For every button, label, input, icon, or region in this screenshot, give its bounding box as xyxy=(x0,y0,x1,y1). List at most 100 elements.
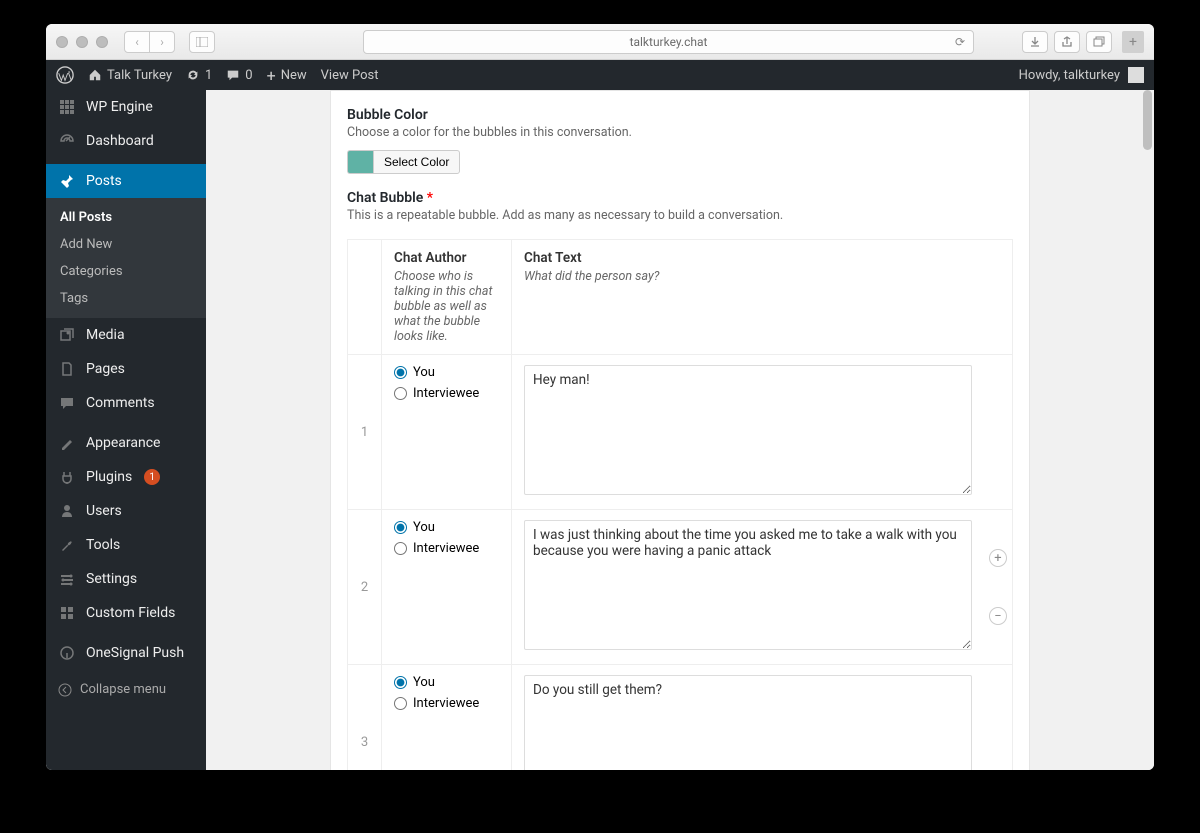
sidebar-label: Users xyxy=(86,503,122,519)
radio-input[interactable] xyxy=(394,521,407,534)
select-color-button[interactable]: Select Color xyxy=(373,150,460,174)
row-actions xyxy=(984,665,1012,770)
remove-row-button[interactable]: − xyxy=(989,607,1007,625)
sidebar-item-users[interactable]: Users xyxy=(46,494,206,528)
radio-label: You xyxy=(413,520,435,535)
tabs-button[interactable] xyxy=(1086,31,1112,53)
author-cell: You Interviewee xyxy=(382,510,512,664)
acf-fields-box: Bubble Color Choose a color for the bubb… xyxy=(330,90,1030,770)
sidebar-item-dashboard[interactable]: Dashboard xyxy=(46,124,206,158)
sidebar-item-media[interactable]: Media xyxy=(46,318,206,352)
submenu-categories[interactable]: Categories xyxy=(46,258,206,285)
browser-forward-button[interactable]: › xyxy=(149,31,175,53)
chat-text-input[interactable]: Do you still get them? xyxy=(524,675,972,770)
chat-text-input[interactable]: I was just thinking about the time you a… xyxy=(524,520,972,650)
sidebar-item-wpengine[interactable]: WP Engine xyxy=(46,90,206,124)
author-radio-interviewee[interactable]: Interviewee xyxy=(394,386,499,401)
sidebar-item-appearance[interactable]: Appearance xyxy=(46,426,206,460)
browser-back-button[interactable]: ‹ xyxy=(124,31,150,53)
pages-icon xyxy=(58,360,76,378)
add-row-button[interactable]: + xyxy=(989,549,1007,567)
sidebar-label: Posts xyxy=(86,173,122,189)
wpengine-icon xyxy=(58,98,76,116)
radio-input[interactable] xyxy=(394,387,407,400)
collapse-label: Collapse menu xyxy=(80,682,166,697)
collapse-menu[interactable]: Collapse menu xyxy=(46,674,206,705)
author-radio-interviewee[interactable]: Interviewee xyxy=(394,541,499,556)
avatar xyxy=(1128,67,1144,83)
author-radio-you[interactable]: You xyxy=(394,365,499,380)
tools-icon xyxy=(58,536,76,554)
sidebar-item-plugins[interactable]: Plugins 1 xyxy=(46,460,206,494)
sidebar-label: Custom Fields xyxy=(86,605,175,621)
onesignal-icon xyxy=(58,644,76,662)
sidebar-label: WP Engine xyxy=(86,99,153,115)
repeater-row: 2 You Interviewee I was just thinking ab… xyxy=(348,509,1012,664)
color-swatch[interactable] xyxy=(347,150,373,174)
radio-input[interactable] xyxy=(394,697,407,710)
site-name-link[interactable]: Talk Turkey xyxy=(88,68,172,83)
sidebar-item-onesignal[interactable]: OneSignal Push xyxy=(46,636,206,670)
downloads-button[interactable] xyxy=(1022,31,1048,53)
plugins-icon xyxy=(58,468,76,486)
scrollbar[interactable] xyxy=(1140,90,1154,770)
author-radio-interviewee[interactable]: Interviewee xyxy=(394,696,499,711)
radio-label: You xyxy=(413,365,435,380)
wp-logo[interactable] xyxy=(56,66,74,84)
updates-count: 1 xyxy=(205,68,212,83)
bubble-color-desc: Choose a color for the bubbles in this c… xyxy=(347,125,1013,140)
row-number[interactable]: 3 xyxy=(348,665,382,770)
window-zoom[interactable] xyxy=(96,36,108,48)
bubble-color-field: Bubble Color Choose a color for the bubb… xyxy=(331,107,1029,190)
home-icon xyxy=(88,68,102,82)
browser-url: talkturkey.chat xyxy=(630,35,708,49)
sidebar-item-pages[interactable]: Pages xyxy=(46,352,206,386)
chat-text-input[interactable]: Hey man! xyxy=(524,365,972,495)
author-radio-you[interactable]: You xyxy=(394,675,499,690)
sidebar-label: Dashboard xyxy=(86,133,154,149)
updates-link[interactable]: 1 xyxy=(186,68,212,83)
author-cell: You Interviewee xyxy=(382,355,512,509)
row-number[interactable]: 1 xyxy=(348,355,382,509)
chat-bubble-field-header: Chat Bubble * This is a repeatable bubbl… xyxy=(331,190,1029,239)
chat-bubble-repeater: Chat Author Choose who is talking in thi… xyxy=(347,239,1013,770)
submenu-tags[interactable]: Tags xyxy=(46,285,206,312)
sidebar-item-settings[interactable]: Settings xyxy=(46,562,206,596)
new-tab-button[interactable]: + xyxy=(1122,31,1144,53)
author-radio-you[interactable]: You xyxy=(394,520,499,535)
view-post-link[interactable]: View Post xyxy=(321,68,379,83)
browser-address-bar[interactable]: talkturkey.chat ⟳ xyxy=(363,30,974,54)
radio-input[interactable] xyxy=(394,542,407,555)
comments-link[interactable]: 0 xyxy=(226,68,252,83)
author-header-desc: Choose who is talking in this chat bubbl… xyxy=(394,269,499,344)
text-header: Chat Text xyxy=(524,250,972,266)
bubble-color-label: Bubble Color xyxy=(347,107,1013,123)
new-content-link[interactable]: + New xyxy=(267,66,307,85)
sidebar-item-posts[interactable]: Posts xyxy=(46,164,206,198)
scrollbar-thumb[interactable] xyxy=(1143,90,1152,150)
radio-input[interactable] xyxy=(394,366,407,379)
text-cell: Hey man! xyxy=(512,355,984,509)
sidebar-item-comments[interactable]: Comments xyxy=(46,386,206,420)
reload-icon[interactable]: ⟳ xyxy=(955,35,965,49)
radio-label: You xyxy=(413,675,435,690)
account-menu[interactable]: Howdy, talkturkey xyxy=(1019,67,1144,83)
radio-input[interactable] xyxy=(394,676,407,689)
row-actions xyxy=(984,355,1012,509)
window-close[interactable] xyxy=(56,36,68,48)
share-button[interactable] xyxy=(1054,31,1080,53)
plus-icon: + xyxy=(267,66,276,85)
collapse-icon xyxy=(58,683,72,697)
admin-sidebar: WP Engine Dashboard Posts All Posts Add … xyxy=(46,90,206,770)
media-icon xyxy=(58,326,76,344)
comments-count: 0 xyxy=(245,68,252,83)
window-minimize[interactable] xyxy=(76,36,88,48)
comments-icon xyxy=(58,394,76,412)
sidebar-item-tools[interactable]: Tools xyxy=(46,528,206,562)
author-header: Chat Author xyxy=(394,250,499,266)
submenu-add-new[interactable]: Add New xyxy=(46,231,206,258)
row-number[interactable]: 2 xyxy=(348,510,382,664)
browser-sidebar-toggle[interactable] xyxy=(189,31,215,53)
submenu-all-posts[interactable]: All Posts xyxy=(46,204,206,231)
sidebar-item-custom-fields[interactable]: Custom Fields xyxy=(46,596,206,630)
